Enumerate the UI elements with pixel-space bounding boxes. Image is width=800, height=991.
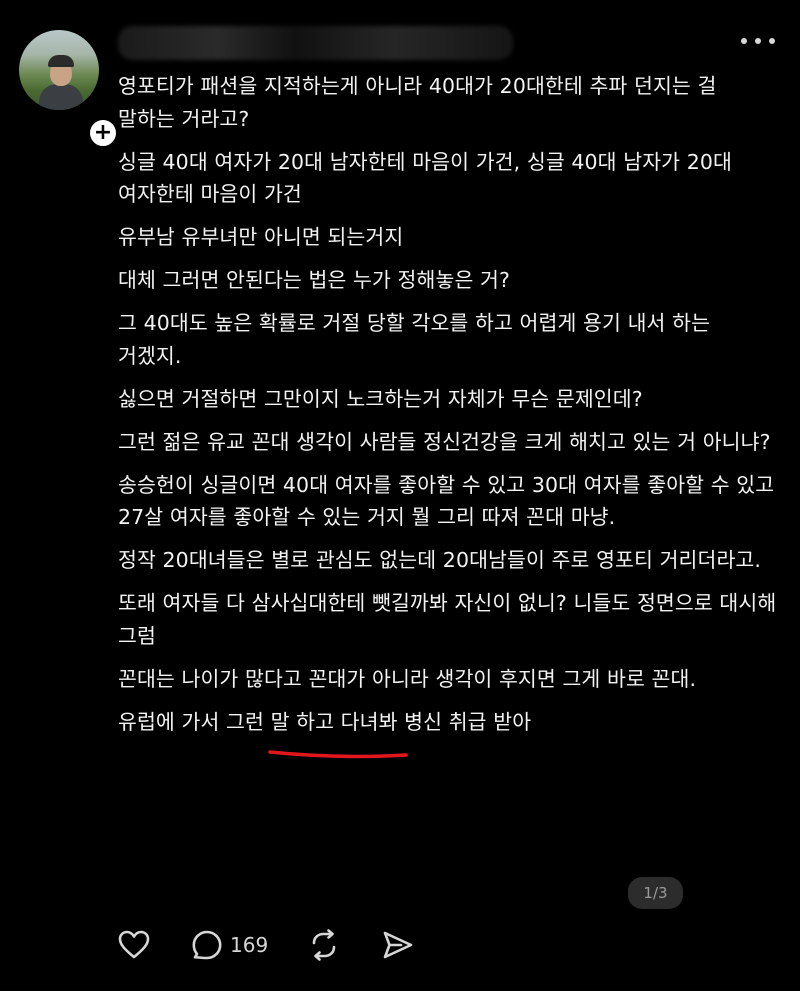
more-dot-icon [769,38,775,44]
share-button[interactable] [382,930,416,960]
more-options-button[interactable] [741,28,775,54]
comment-button[interactable]: 169 [192,930,268,960]
username-redacted[interactable] [118,26,513,60]
page-indicator-badge: 1/3 [628,877,683,909]
avatar-figure-body [39,84,83,110]
repost-icon [312,929,336,961]
heart-icon [118,930,150,959]
post-paragraph: 유럽에 가서 그런 말 하고 다녀봐 병신 취급 받아 [118,709,532,734]
comment-count: 169 [230,933,269,957]
post-paragraph: 싫으면 거절하면 그만이지 노크하는거 자체가 무슨 문제인데? [118,386,643,411]
post-paragraph: 송승헌이 싱글이면 40대 여자를 좋아할 수 있고 30대 여자를 좋아할 수… [118,472,775,530]
post-paragraph: 대체 그러면 안된다는 법은 누가 정해놓은 거? [118,268,510,292]
more-dot-icon [755,38,761,44]
post-paragraph: 그런 젊은 유교 꼰대 생각이 사람들 정신건강을 크게 해치고 있는 거 아니… [118,429,771,454]
send-icon [383,931,413,959]
avatar[interactable] [19,30,99,110]
avatar-figure-cap [48,55,74,67]
post-paragraph: 싱글 40대 여자가 20대 남자한테 마음이 가건, 싱글 40대 남자가 2… [118,149,733,207]
thread-post: + 영포티가 패션을 지적하는게 아니라 40대가 20대한테 추파 던지는 걸… [0,0,800,991]
more-dot-icon [741,38,747,44]
red-underline-annotation [268,750,408,759]
author-avatar-container[interactable]: + [19,30,119,149]
follow-plus-icon[interactable]: + [87,117,119,149]
post-paragraph: 정작 20대녀들은 별로 관심도 없는데 20대남들이 주로 영포티 거리더라고… [118,548,761,572]
post-paragraph: 또래 여자들 다 삼사십대한테 뺏길까봐 자신이 없니? 니들도 정면으로 대시… [118,591,777,648]
like-button[interactable] [118,930,152,960]
post-paragraph: 영포티가 패션을 지적하는게 아니라 40대가 20대한테 추파 던지는 걸 말… [118,74,717,131]
post-body: 영포티가 패션을 지적하는게 아니라 40대가 20대한테 추파 던지는 걸 말… [118,70,778,749]
action-bar: 169 [118,927,416,963]
comment-bubble-icon [192,930,222,960]
post-paragraph: 꼰대는 나이가 많다고 꼰대가 아니라 생각이 후지면 그게 바로 꼰대. [118,666,697,691]
post-paragraph: 유부남 유부녀만 아니면 되는거지 [118,225,404,249]
repost-button[interactable] [308,929,342,961]
post-paragraph: 그 40대도 높은 확률로 거절 당할 각오를 하고 어렵게 용기 내서 하는 … [118,311,711,368]
